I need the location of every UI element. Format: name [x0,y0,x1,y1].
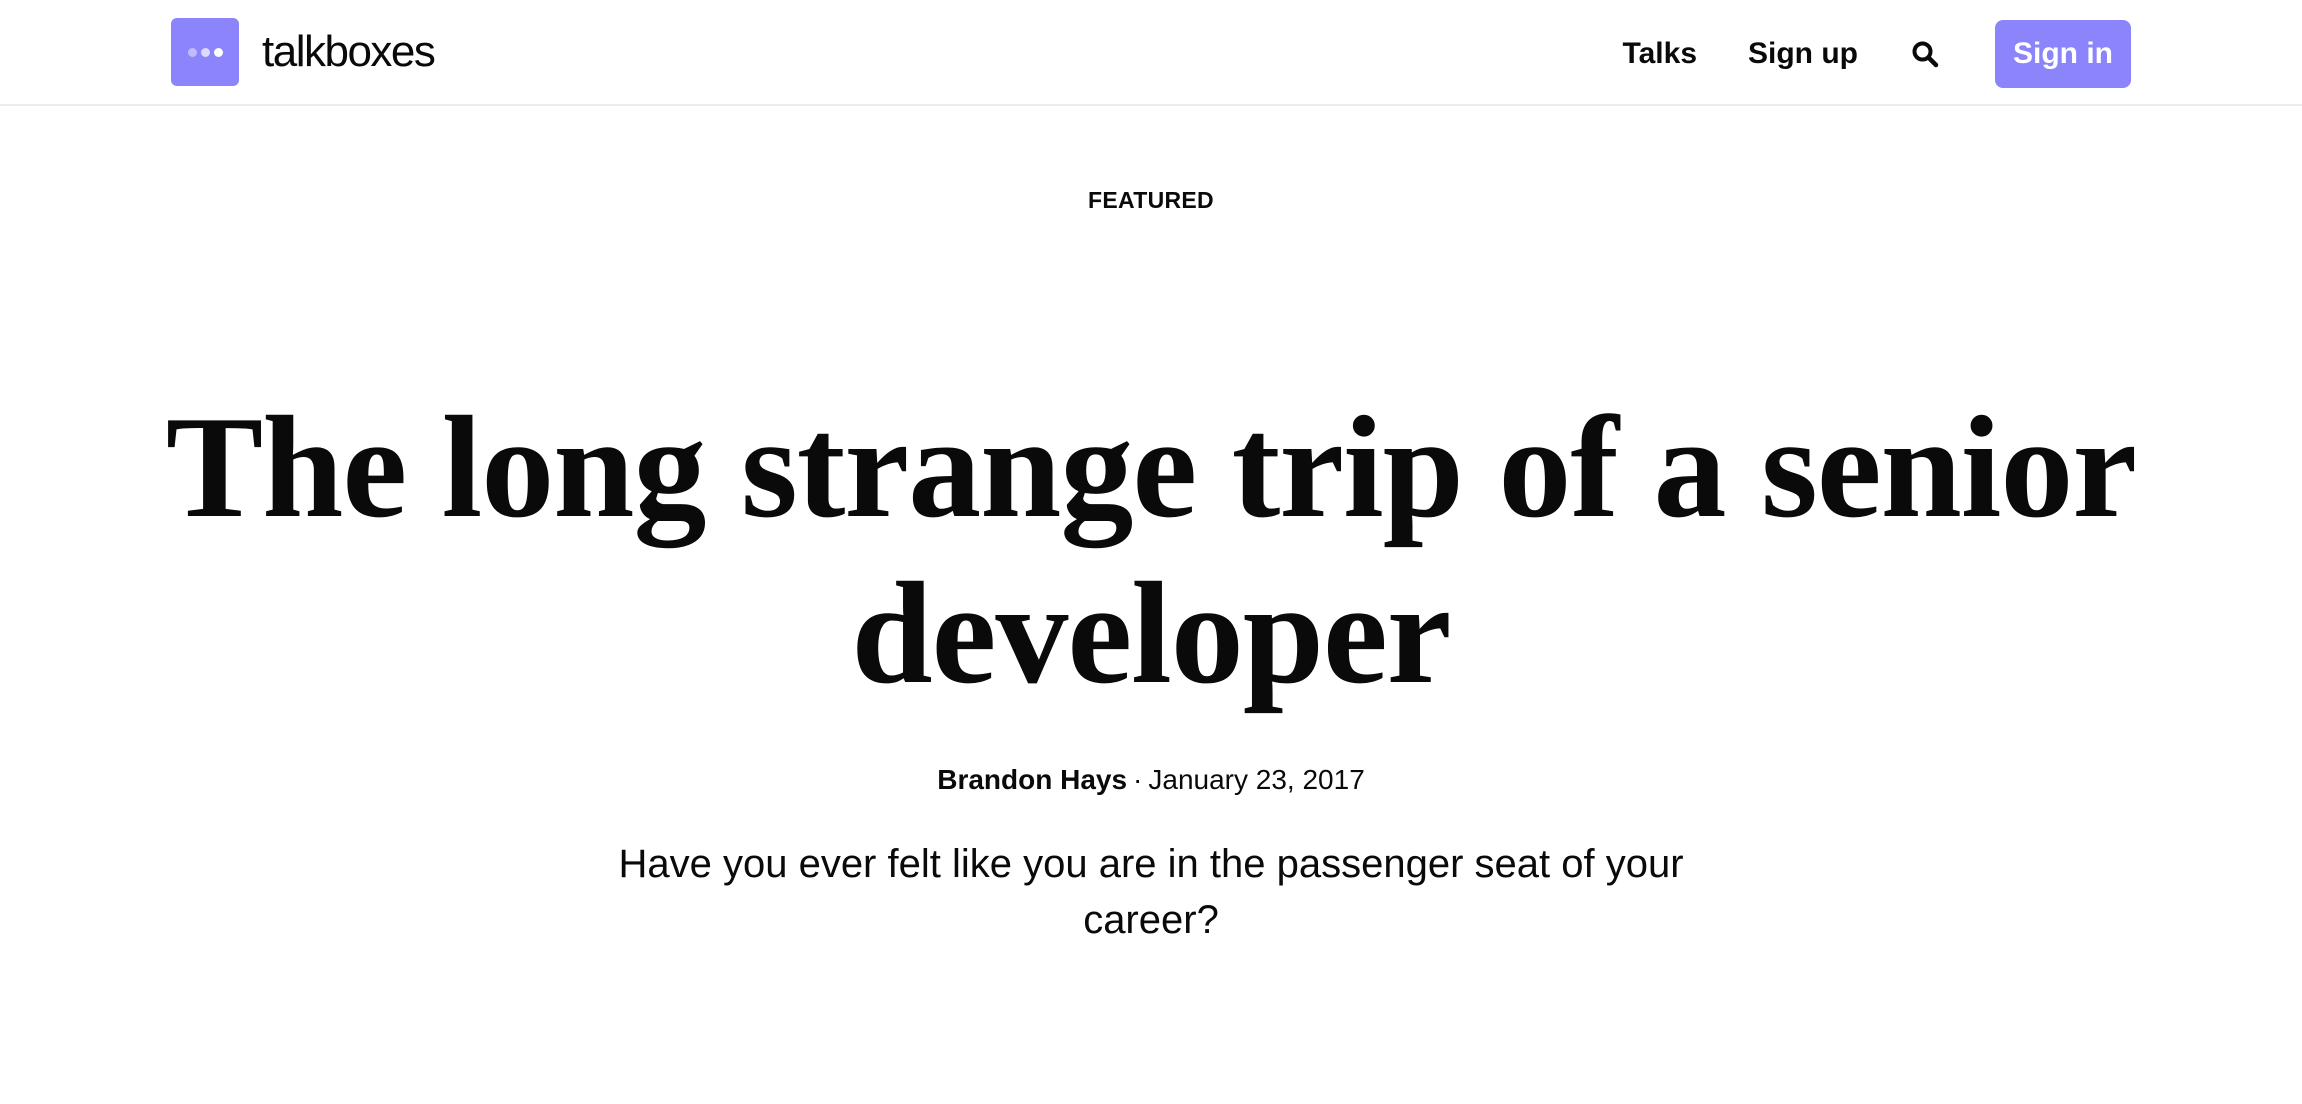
top-navigation-bar: talkboxes Talks Sign up Sign in [0,0,2302,106]
nav-link-sign-up[interactable]: Sign up [1748,37,1858,71]
logo-dot [213,47,223,57]
featured-kicker: FEATURED [1088,187,1214,213]
brand-name: talkboxes [262,27,436,76]
article-title[interactable]: The long strange trip of a senior develo… [151,384,2151,716]
byline-separator: · [1133,764,1143,795]
author-name[interactable]: Brandon Hays [937,764,1127,795]
speech-dots-icon [171,18,239,86]
search-button[interactable] [1909,38,1941,70]
sign-in-button[interactable]: Sign in [1995,20,2131,88]
publish-date: January 23, 2017 [1148,764,1365,795]
article-excerpt: Have you ever felt like you are in the p… [618,842,1684,942]
search-icon [1912,41,1939,68]
logo-dot [187,47,197,57]
brand-home-link[interactable]: talkboxes [171,18,436,86]
nav-link-talks[interactable]: Talks [1623,37,1698,71]
byline: Brandon Hays · January 23, 2017 [0,764,2302,796]
logo-dot [200,47,210,57]
primary-nav: Talks Sign up Sign in [1623,20,2131,88]
